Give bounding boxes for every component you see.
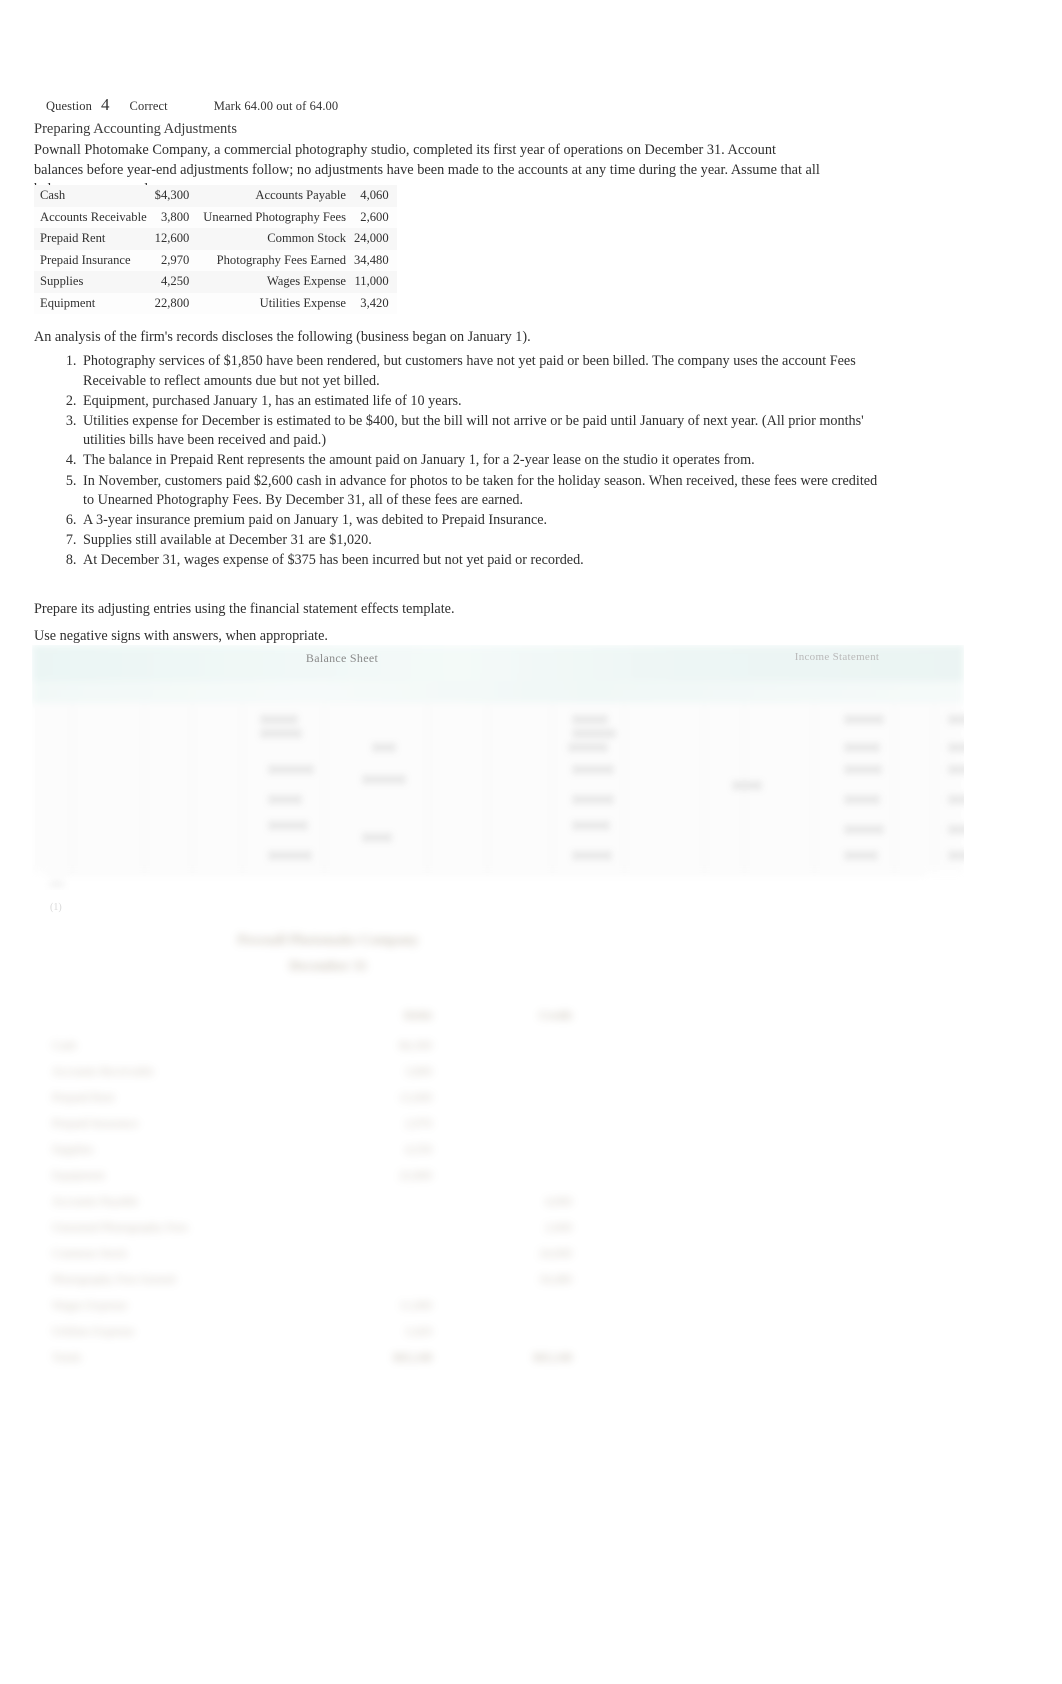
account-amount-right: 34,480 xyxy=(354,252,389,267)
list-item: At December 31, wages expense of $375 ha… xyxy=(80,551,880,571)
account-amount-left: 4,250 xyxy=(160,274,190,288)
account-name-right: Wages Expense xyxy=(266,274,346,288)
trial-balance-statement: Pownall Photomake Company December 31 De… xyxy=(38,900,658,1370)
question-label: Question xyxy=(46,99,92,113)
account-name-right: Unearned Photography Fees xyxy=(203,209,346,224)
statement-debit: $4,300 xyxy=(399,1038,432,1052)
account-name-left: Supplies xyxy=(40,274,84,288)
fset-blurred-content xyxy=(32,645,964,890)
statement-credit: 4,060 xyxy=(545,1194,572,1208)
account-amount-right: 24,000 xyxy=(354,231,389,245)
statement-account: Equipment xyxy=(52,1168,105,1182)
negative-sign-instruction: Use negative signs with answers, when ap… xyxy=(34,628,328,644)
table-row: Prepaid Rent 12,600 Common Stock 24,000 xyxy=(34,228,397,250)
list-item: In November, customers paid $2,600 cash … xyxy=(80,472,880,511)
account-name-left: Prepaid Rent xyxy=(40,231,106,245)
statement-account: Prepaid Rent xyxy=(52,1090,115,1104)
income-statement-label: Income Statement xyxy=(794,651,880,663)
list-item: The balance in Prepaid Rent represents t… xyxy=(80,451,880,471)
account-balances-body: Cash $4,300 Accounts Payable 4,060 Accou… xyxy=(34,185,397,314)
adjustments-list: Photography services of $1,850 have been… xyxy=(52,352,880,572)
statement-credit: $65,140 xyxy=(533,1350,572,1364)
statement-account: Utilities Expense xyxy=(52,1324,135,1338)
statement-account: Totals xyxy=(52,1350,82,1364)
account-name-left: Accounts Receivable xyxy=(40,209,147,224)
account-amount-left: $4,300 xyxy=(154,188,190,202)
account-name-right: Accounts Payable xyxy=(255,188,346,202)
account-name-left: Equipment xyxy=(40,295,96,310)
statement-credit-header: Credit xyxy=(538,1008,572,1022)
statement-account: Wages Expense xyxy=(52,1298,128,1312)
account-name-right: Utilities Expense xyxy=(259,295,346,310)
statement-debit-header: Debit xyxy=(404,1008,432,1022)
statement-debit: 11,000 xyxy=(399,1298,432,1312)
account-amount-left: 2,970 xyxy=(160,252,190,267)
page-title: Preparing Accounting Adjustments xyxy=(34,121,237,137)
question-page: Question 4 Correct Mark 64.00 out of 64.… xyxy=(0,0,1062,1684)
question-mark: Mark 64.00 out of 64.00 xyxy=(213,99,339,113)
question-number: 4 xyxy=(100,95,110,114)
statement-account: Unearned Photography Fees xyxy=(52,1220,188,1234)
table-row: Equipment 22,800 Utilities Expense 3,420 xyxy=(34,292,397,314)
statement-account: Common Stock xyxy=(52,1246,128,1260)
fset-footer-mark xyxy=(50,881,64,887)
statement-credit: 34,480 xyxy=(539,1272,572,1286)
fset-divider xyxy=(46,873,926,874)
statement-account: Prepaid Insurance xyxy=(52,1116,139,1130)
statement-date: December 31 xyxy=(289,959,367,974)
balance-sheet-label: Balance Sheet xyxy=(305,651,379,665)
table-row: Prepaid Insurance 2,970 Photography Fees… xyxy=(34,249,397,271)
account-balances-table: Cash $4,300 Accounts Payable 4,060 Accou… xyxy=(34,185,397,314)
account-amount-right: 11,000 xyxy=(354,274,389,288)
list-item: Supplies still available at December 31 … xyxy=(80,531,880,551)
account-name-left: Prepaid Insurance xyxy=(40,252,131,267)
statement-account: Accounts Receivable xyxy=(52,1064,154,1078)
statement-debit: $65,140 xyxy=(393,1350,432,1364)
account-amount-left: 22,800 xyxy=(154,295,190,310)
account-amount-right: 4,060 xyxy=(360,188,389,202)
statement-blurred-content: Pownall Photomake Company December 31 De… xyxy=(38,900,658,1370)
question-header: Question 4 Correct Mark 64.00 out of 64.… xyxy=(46,95,338,115)
list-item: Utilities expense for December is estima… xyxy=(80,412,880,451)
account-name-right: Photography Fees Earned xyxy=(216,252,346,267)
account-amount-left: 3,800 xyxy=(160,209,190,224)
analysis-lead: An analysis of the firm's records disclo… xyxy=(34,329,531,345)
list-item: Photography services of $1,850 have been… xyxy=(80,352,880,391)
statement-debit: 2,970 xyxy=(405,1116,432,1130)
statement-credit: 24,000 xyxy=(539,1246,572,1260)
account-amount-right: 2,600 xyxy=(360,209,389,224)
statement-account: Photography Fees Earned xyxy=(52,1272,176,1286)
table-row: Cash $4,300 Accounts Payable 4,060 xyxy=(34,185,397,207)
statement-account: Accounts Payable xyxy=(52,1194,139,1208)
account-name-left: Cash xyxy=(40,188,66,202)
list-item: Equipment, purchased January 1, has an e… xyxy=(80,392,880,412)
account-amount-left: 12,600 xyxy=(154,231,190,245)
statement-credit: 2,600 xyxy=(545,1220,572,1234)
statement-debit: 3,420 xyxy=(405,1324,432,1338)
account-name-right: Common Stock xyxy=(267,231,346,245)
financial-statement-effects-template[interactable]: Balance Sheet Income Statement xyxy=(32,645,964,890)
account-amount-right: 3,420 xyxy=(360,295,389,310)
fset-subheader-band xyxy=(32,681,964,703)
statement-debit: 3,800 xyxy=(405,1064,432,1078)
statement-debit: 12,600 xyxy=(399,1090,432,1104)
statement-account: Supplies xyxy=(52,1142,94,1156)
statement-debit: 4,250 xyxy=(405,1142,432,1156)
table-row: Supplies 4,250 Wages Expense 11,000 xyxy=(34,271,397,293)
statement-account: Cash xyxy=(52,1038,76,1052)
list-item: A 3-year insurance premium paid on Janua… xyxy=(80,511,880,531)
statement-debit: 22,800 xyxy=(399,1168,432,1182)
fset-grid xyxy=(32,703,964,873)
statement-heading: Pownall Photomake Company December 31 xyxy=(188,928,468,980)
statement-company: Pownall Photomake Company xyxy=(237,933,419,948)
question-state: Correct xyxy=(129,99,168,113)
prepare-instruction: Prepare its adjusting entries using the … xyxy=(34,601,455,617)
table-row: Accounts Receivable 3,800 Unearned Photo… xyxy=(34,206,397,228)
